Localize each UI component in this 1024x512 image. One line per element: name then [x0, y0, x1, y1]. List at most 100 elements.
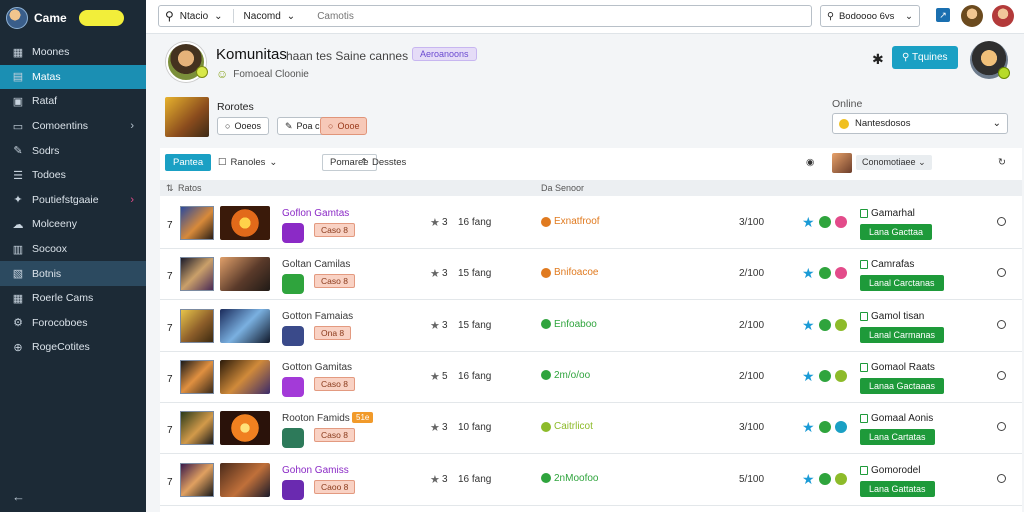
game-chip[interactable]: Caso 8	[314, 223, 355, 237]
online-select[interactable]: Nantesdosos ⌄	[832, 113, 1008, 134]
status-icon[interactable]	[834, 472, 847, 485]
game-thumbnail[interactable]	[165, 97, 209, 137]
game-chip[interactable]: Ona 8	[314, 325, 352, 340]
table-row[interactable]: 7 Gotton Famaias Ona 8 ★ 3 15 fang Enfoa…	[160, 301, 1022, 352]
game-title[interactable]: Gotton Gamitas	[282, 362, 352, 373]
star-icon[interactable]: ★	[802, 420, 815, 434]
sidebar-item-6[interactable]: ✦ Poutiefstgaaie ›	[0, 188, 146, 213]
row-radio[interactable]	[997, 217, 1006, 226]
player-avatar[interactable]	[180, 257, 214, 292]
row-action-button[interactable]: Lanal Carctanas	[860, 275, 944, 292]
player-avatar[interactable]	[180, 411, 214, 446]
back-arrow-icon[interactable]: ←	[12, 489, 25, 504]
game-chip[interactable]: Caoo 8	[314, 479, 356, 494]
game-cover[interactable]	[220, 257, 270, 292]
info-chip-2[interactable]: ○ Oooe	[320, 117, 368, 135]
game-title[interactable]: Gohon Gamiss	[282, 465, 349, 476]
toolbar-right-select[interactable]: Conomotiaee ⌄	[856, 155, 932, 170]
status-icon[interactable]	[834, 267, 847, 280]
user-avatar-secondary[interactable]	[992, 5, 1014, 27]
status-icon[interactable]	[834, 216, 847, 228]
search-bar[interactable]: ⚲ Ntacio ⌄ Nacomd ⌄	[158, 5, 812, 27]
player-avatar[interactable]	[180, 308, 214, 343]
status-icon[interactable]	[818, 318, 831, 331]
profile-action-button[interactable]: ⚲ Tquines	[892, 46, 958, 69]
sidebar-item-8[interactable]: ▥ Socoox	[0, 237, 146, 262]
sidebar-item-9[interactable]: ▧ Botnis	[0, 261, 146, 286]
star-icon[interactable]: ★	[802, 318, 815, 332]
sidebar-item-10[interactable]: ▦ Roerle Cams	[0, 286, 146, 311]
app-logo-avatar[interactable]	[6, 7, 28, 29]
status-icon[interactable]	[834, 421, 847, 434]
row-action-button[interactable]: Lana Cartatas	[860, 429, 935, 446]
row-action-button[interactable]: Lanaa Gactaaas	[860, 377, 945, 394]
header-cell[interactable]: Da Senoor	[541, 183, 584, 193]
row-action-button[interactable]: Lana Gattatas	[860, 480, 935, 497]
table-row[interactable]: 7 Goflon Gamtas Caso 8 ★ 3 16 fang Exnat…	[160, 198, 1022, 249]
row-radio[interactable]	[997, 422, 1006, 432]
row-radio[interactable]	[997, 473, 1006, 483]
sidebar-pill[interactable]	[78, 10, 124, 26]
header-cell[interactable]: Ratos	[178, 183, 202, 193]
game-chip[interactable]: Caso 8	[314, 428, 355, 443]
row-radio[interactable]	[997, 268, 1006, 278]
game-title[interactable]: Gotton Famaias	[282, 311, 353, 322]
table-row[interactable]: 7 Gohon Gamiss Caoo 8 ★ 3 16 fang 2nMoof…	[160, 455, 1022, 506]
row-action-button[interactable]: Lana Gacttaa	[860, 224, 933, 240]
external-link-icon[interactable]: ↗	[936, 8, 950, 22]
status-icon[interactable]	[818, 472, 831, 485]
star-icon[interactable]: ★	[802, 215, 815, 229]
filter-dropdown[interactable]: ☐ Ranoles ⌄	[218, 157, 277, 168]
table-row[interactable]: 7 Rooton Famids 51e Caso 8 ★ 3 10 fang C…	[160, 403, 1022, 455]
star-icon[interactable]: ★	[802, 369, 815, 383]
status-icon[interactable]	[818, 369, 831, 382]
status-icon[interactable]	[818, 267, 831, 280]
search-input[interactable]	[317, 10, 578, 22]
player-avatar[interactable]	[180, 206, 214, 240]
primary-button[interactable]: Pantea	[165, 154, 212, 171]
info-chip-0[interactable]: ○ Ooeos	[217, 117, 269, 135]
game-cover[interactable]	[220, 206, 270, 240]
search-scope-select[interactable]: Ntacio ⌄	[180, 11, 223, 22]
game-cover[interactable]	[220, 308, 270, 343]
star-icon[interactable]: ★	[802, 266, 815, 280]
row-radio[interactable]	[997, 319, 1006, 329]
game-title[interactable]: Goltan Camilas	[282, 259, 350, 270]
game-chip[interactable]: Caso 8	[314, 274, 355, 289]
status-icon[interactable]	[834, 369, 847, 382]
sidebar-item-7[interactable]: ☁ Molceeny	[0, 212, 146, 237]
status-icon[interactable]	[834, 318, 847, 331]
game-cover[interactable]	[220, 359, 270, 394]
refresh-icon[interactable]: ↻	[998, 157, 1006, 168]
game-cover[interactable]	[220, 462, 270, 497]
table-row[interactable]: 7 Gotton Gamitas Caso 8 ★ 5 16 fang 2m/o…	[160, 352, 1022, 403]
sidebar-item-12[interactable]: ⊕ RogeCotites	[0, 335, 146, 360]
sidebar-item-2[interactable]: ▣ Rataf	[0, 89, 146, 114]
sidebar-item-3[interactable]: ▭ Comoentins ›	[0, 114, 146, 139]
table-row[interactable]: 7 Goltan Camilas Caso 8 ★ 3 15 fang Bnif…	[160, 249, 1022, 301]
status-icon[interactable]	[818, 216, 831, 228]
search-filter-select[interactable]: Nacomd ⌄	[244, 11, 296, 22]
toolbar-avatar[interactable]	[832, 153, 852, 173]
sidebar-item-1[interactable]: ▤ Matas	[0, 64, 146, 90]
eye-icon[interactable]: ◉	[806, 157, 814, 168]
pin-icon[interactable]: ✱	[872, 51, 884, 68]
user-avatar[interactable]	[961, 5, 983, 27]
profile-tag[interactable]: Aeroanoons	[412, 47, 477, 61]
row-radio[interactable]	[997, 370, 1006, 380]
row-action-button[interactable]: Lanal Carmanas	[860, 326, 945, 343]
sidebar-item-0[interactable]: ▦ Moones	[0, 40, 146, 65]
star-icon[interactable]: ★	[802, 472, 815, 486]
game-chip[interactable]: Caso 8	[314, 376, 355, 391]
status-icon[interactable]	[818, 421, 831, 434]
player-avatar[interactable]	[180, 359, 214, 394]
sidebar-item-4[interactable]: ✎ Sodrs	[0, 138, 146, 163]
sidebar-item-5[interactable]: ☰ Todoes	[0, 163, 146, 188]
game-title[interactable]: Rooton Famids	[282, 413, 350, 424]
game-cover[interactable]	[220, 411, 270, 446]
toolbar-sort[interactable]: ⇡ Desstes	[360, 157, 406, 168]
sidebar-item-11[interactable]: ⚙ Forocoboes	[0, 311, 146, 336]
player-avatar[interactable]	[180, 462, 214, 497]
game-title[interactable]: Goflon Gamtas	[282, 208, 349, 219]
top-filter-select[interactable]: ⚲ Bodoooo 6vs ⌄	[820, 5, 920, 27]
